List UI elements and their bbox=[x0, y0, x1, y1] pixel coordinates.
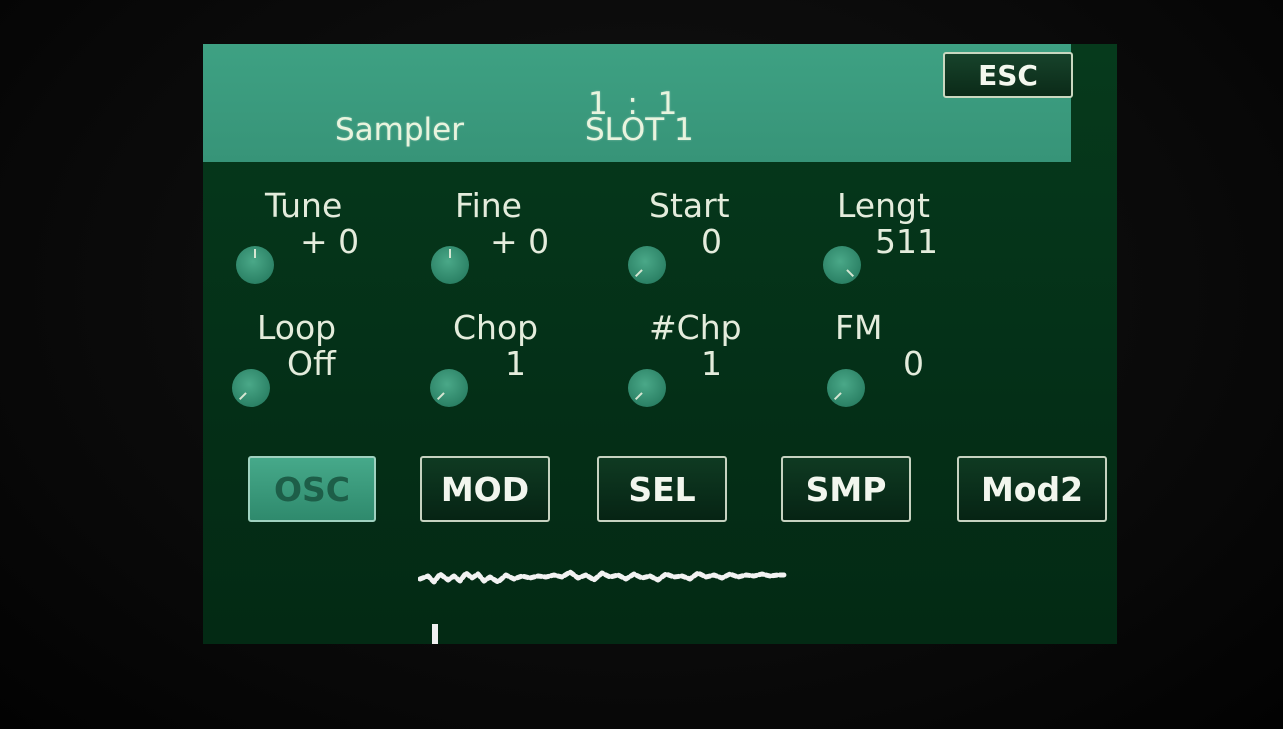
param-value: + 0 bbox=[300, 222, 360, 261]
device-bezel: 1 : 1 Sampler SLOT 1 ESC Tune + 0 Fine +… bbox=[0, 0, 1283, 729]
param-label: Tune bbox=[265, 186, 343, 225]
param-label: FM bbox=[835, 308, 883, 347]
param-label: Loop bbox=[257, 308, 337, 347]
lcd-screen: 1 : 1 Sampler SLOT 1 ESC Tune + 0 Fine +… bbox=[203, 44, 1117, 644]
param-value: 511 bbox=[875, 222, 938, 261]
tab-mod2[interactable]: Mod2 bbox=[957, 456, 1107, 522]
param-value: 1 bbox=[701, 344, 722, 383]
param-value: + 0 bbox=[490, 222, 550, 261]
param-value: 1 bbox=[505, 344, 526, 383]
tab-mod[interactable]: MOD bbox=[420, 456, 550, 522]
param-value: Off bbox=[287, 344, 336, 383]
chop-knob[interactable] bbox=[430, 369, 468, 407]
header-bar: 1 : 1 Sampler SLOT 1 bbox=[203, 44, 1071, 162]
fine-knob[interactable] bbox=[431, 246, 469, 284]
param-label: Start bbox=[649, 186, 730, 225]
start-knob[interactable] bbox=[628, 246, 666, 284]
num-chops-knob[interactable] bbox=[628, 369, 666, 407]
tab-osc[interactable]: OSC bbox=[248, 456, 376, 522]
param-label: #Chp bbox=[649, 308, 742, 347]
param-label: Chop bbox=[453, 308, 539, 347]
tab-smp[interactable]: SMP bbox=[781, 456, 911, 522]
playhead-marker bbox=[432, 624, 438, 644]
sample-waveform bbox=[418, 569, 787, 585]
fm-knob[interactable] bbox=[827, 369, 865, 407]
param-value: 0 bbox=[701, 222, 722, 261]
esc-button[interactable]: ESC bbox=[943, 52, 1073, 98]
instrument-name: Sampler bbox=[335, 112, 464, 148]
param-label: Lengt bbox=[837, 186, 930, 225]
length-knob[interactable] bbox=[823, 246, 861, 284]
loop-knob[interactable] bbox=[232, 369, 270, 407]
param-value: 0 bbox=[903, 344, 924, 383]
param-label: Fine bbox=[455, 186, 522, 225]
tune-knob[interactable] bbox=[236, 246, 274, 284]
slot-label: SLOT 1 bbox=[585, 112, 694, 148]
tab-sel[interactable]: SEL bbox=[597, 456, 727, 522]
